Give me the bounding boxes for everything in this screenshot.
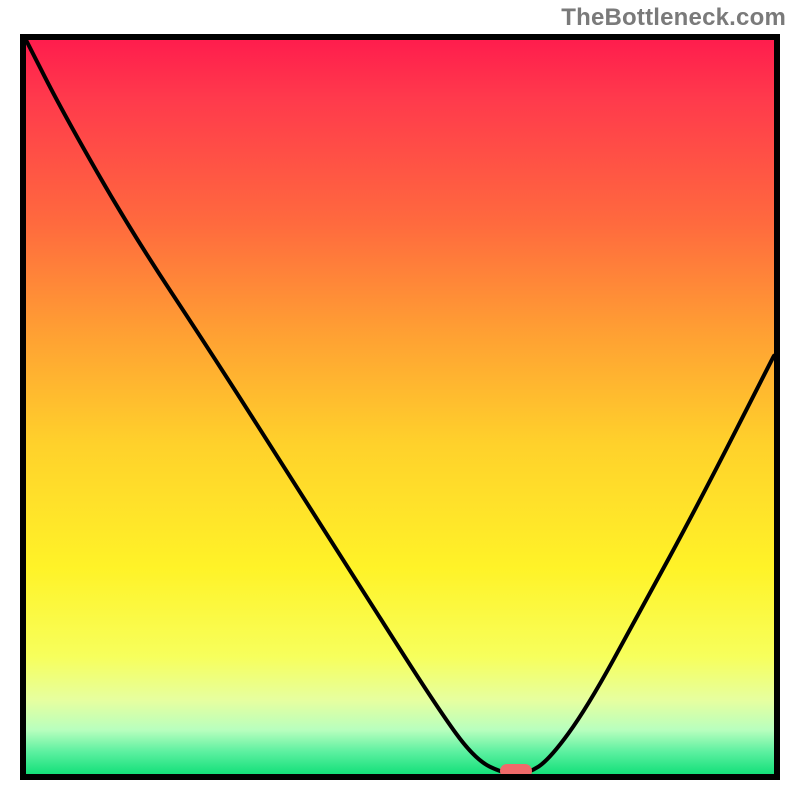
watermark-text: TheBottleneck.com bbox=[561, 4, 786, 32]
optimal-marker bbox=[500, 764, 532, 778]
bottleneck-curve bbox=[26, 40, 774, 774]
plot-frame bbox=[20, 34, 780, 780]
chart-container: TheBottleneck.com bbox=[0, 0, 800, 800]
